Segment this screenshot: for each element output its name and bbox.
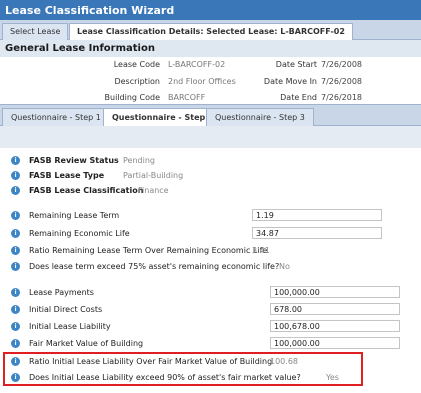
remaining-lease-term-input[interactable]: 1.19 — [252, 209, 382, 221]
info-icon[interactable]: i — [11, 305, 20, 314]
info-icon[interactable]: i — [11, 322, 20, 331]
initial-lease-liability-input[interactable]: 100,678.00 — [270, 320, 400, 332]
ratio-term-life-label: Ratio Remaining Lease Term Over Remainin… — [29, 246, 268, 255]
row-fasb-lease-type: i FASB Lease Type Partial-Building — [0, 170, 421, 184]
ratio-liability-fmv-value: 100.68 — [270, 357, 298, 366]
info-icon[interactable]: i — [11, 186, 20, 195]
date-start-value: 7/26/2008 — [321, 60, 363, 69]
row-exceed-75: i Does lease term exceed 75% asset's rem… — [0, 261, 421, 275]
info-icon[interactable]: i — [11, 339, 20, 348]
building-code-value: BARCOFF — [168, 93, 206, 102]
row-ratio-term-life: i Ratio Remaining Lease Term Over Remain… — [0, 245, 421, 259]
description-value: 2nd Floor Offices — [168, 77, 236, 86]
fasb-review-status-value: Pending — [123, 156, 155, 165]
step-header-band — [0, 126, 421, 148]
row-ratio-liability-fmv: i Ratio Initial Lease Liability Over Fai… — [0, 356, 421, 370]
row-fair-market-value: i Fair Market Value of Building 100,000.… — [0, 337, 421, 352]
exceed-90-value: Yes — [326, 373, 339, 382]
info-icon[interactable]: i — [11, 262, 20, 271]
initial-direct-costs-input[interactable]: 678.00 — [270, 303, 400, 315]
info-icon[interactable]: i — [11, 357, 20, 366]
fair-market-value-label: Fair Market Value of Building — [29, 339, 144, 348]
lease-payments-label: Lease Payments — [29, 288, 94, 297]
date-move-in-value: 7/26/2008 — [321, 77, 363, 86]
date-move-in-label: Date Move In — [263, 77, 317, 86]
row-exceed-90: i Does Initial Lease Liability exceed 90… — [0, 372, 421, 386]
date-end-value: 7/26/2018 — [321, 93, 363, 102]
info-icon[interactable]: i — [11, 211, 20, 220]
fasb-lease-type-label: FASB Lease Type — [29, 171, 105, 180]
row-fasb-review-status: i FASB Review Status Pending — [0, 155, 421, 169]
fasb-lease-classification-label: FASB Lease Classification — [29, 186, 144, 195]
questionnaire-tab-bar: Questionnaire - Step 1 Questionnaire - S… — [0, 104, 421, 128]
exceed-75-label: Does lease term exceed 75% asset's remai… — [29, 262, 280, 271]
fasb-lease-classification-value: Finance — [138, 186, 169, 195]
info-icon[interactable]: i — [11, 171, 20, 180]
info-icon[interactable]: i — [11, 246, 20, 255]
top-tab-bar: Select Lease Lease Classification Detail… — [0, 20, 421, 41]
lease-code-value: L-BARCOFF-02 — [168, 60, 226, 69]
tab-questionnaire-step-2[interactable]: Questionnaire - Step 2 — [103, 108, 223, 128]
questionnaire-content: i FASB Review Status Pending i FASB Leas… — [0, 148, 421, 393]
fasb-review-status-label: FASB Review Status — [29, 156, 119, 165]
remaining-economic-life-label: Remaining Economic Life — [29, 229, 130, 238]
row-lease-payments: i Lease Payments 100,000.00 — [0, 286, 421, 301]
info-icon[interactable]: i — [11, 288, 20, 297]
initial-direct-costs-label: Initial Direct Costs — [29, 305, 103, 314]
date-end-label: Date End — [280, 93, 317, 102]
row-remaining-lease-term: i Remaining Lease Term 1.19 — [0, 209, 421, 224]
info-icon[interactable]: i — [11, 373, 20, 382]
fair-market-value-input[interactable]: 100,000.00 — [270, 337, 400, 349]
row-remaining-economic-life: i Remaining Economic Life 34.87 — [0, 227, 421, 242]
info-icon[interactable]: i — [11, 229, 20, 238]
exceed-90-label: Does Initial Lease Liability exceed 90% … — [29, 373, 301, 382]
window-title: Lease Classification Wizard — [0, 0, 421, 20]
lease-code-label: Lease Code — [113, 60, 160, 69]
info-icon[interactable]: i — [11, 156, 20, 165]
tab-select-lease[interactable]: Select Lease — [2, 23, 69, 40]
remaining-economic-life-input[interactable]: 34.87 — [252, 227, 382, 239]
building-code-label: Building Code — [104, 93, 160, 102]
remaining-lease-term-label: Remaining Lease Term — [29, 211, 120, 220]
tab-lease-classification-details[interactable]: Lease Classification Details: Selected L… — [69, 23, 353, 41]
ratio-term-life-value: 3.41 — [252, 246, 270, 255]
description-label: Description — [114, 77, 160, 86]
initial-lease-liability-label: Initial Lease Liability — [29, 322, 111, 331]
tab-questionnaire-step-1[interactable]: Questionnaire - Step 1 — [2, 108, 110, 127]
exceed-75-value: No — [279, 262, 290, 271]
fasb-lease-type-value: Partial-Building — [123, 171, 184, 180]
tab-questionnaire-step-3[interactable]: Questionnaire - Step 3 — [206, 108, 314, 127]
row-initial-lease-liability: i Initial Lease Liability 100,678.00 — [0, 320, 421, 335]
row-fasb-lease-classification: i FASB Lease Classification Finance — [0, 185, 421, 199]
lease-payments-input[interactable]: 100,000.00 — [270, 286, 400, 298]
general-lease-info: Lease Code L-BARCOFF-02 Description 2nd … — [0, 57, 421, 104]
section-title: General Lease Information — [0, 40, 421, 57]
ratio-liability-fmv-label: Ratio Initial Lease Liability Over Fair … — [29, 357, 273, 366]
date-start-label: Date Start — [275, 60, 317, 69]
row-initial-direct-costs: i Initial Direct Costs 678.00 — [0, 303, 421, 318]
